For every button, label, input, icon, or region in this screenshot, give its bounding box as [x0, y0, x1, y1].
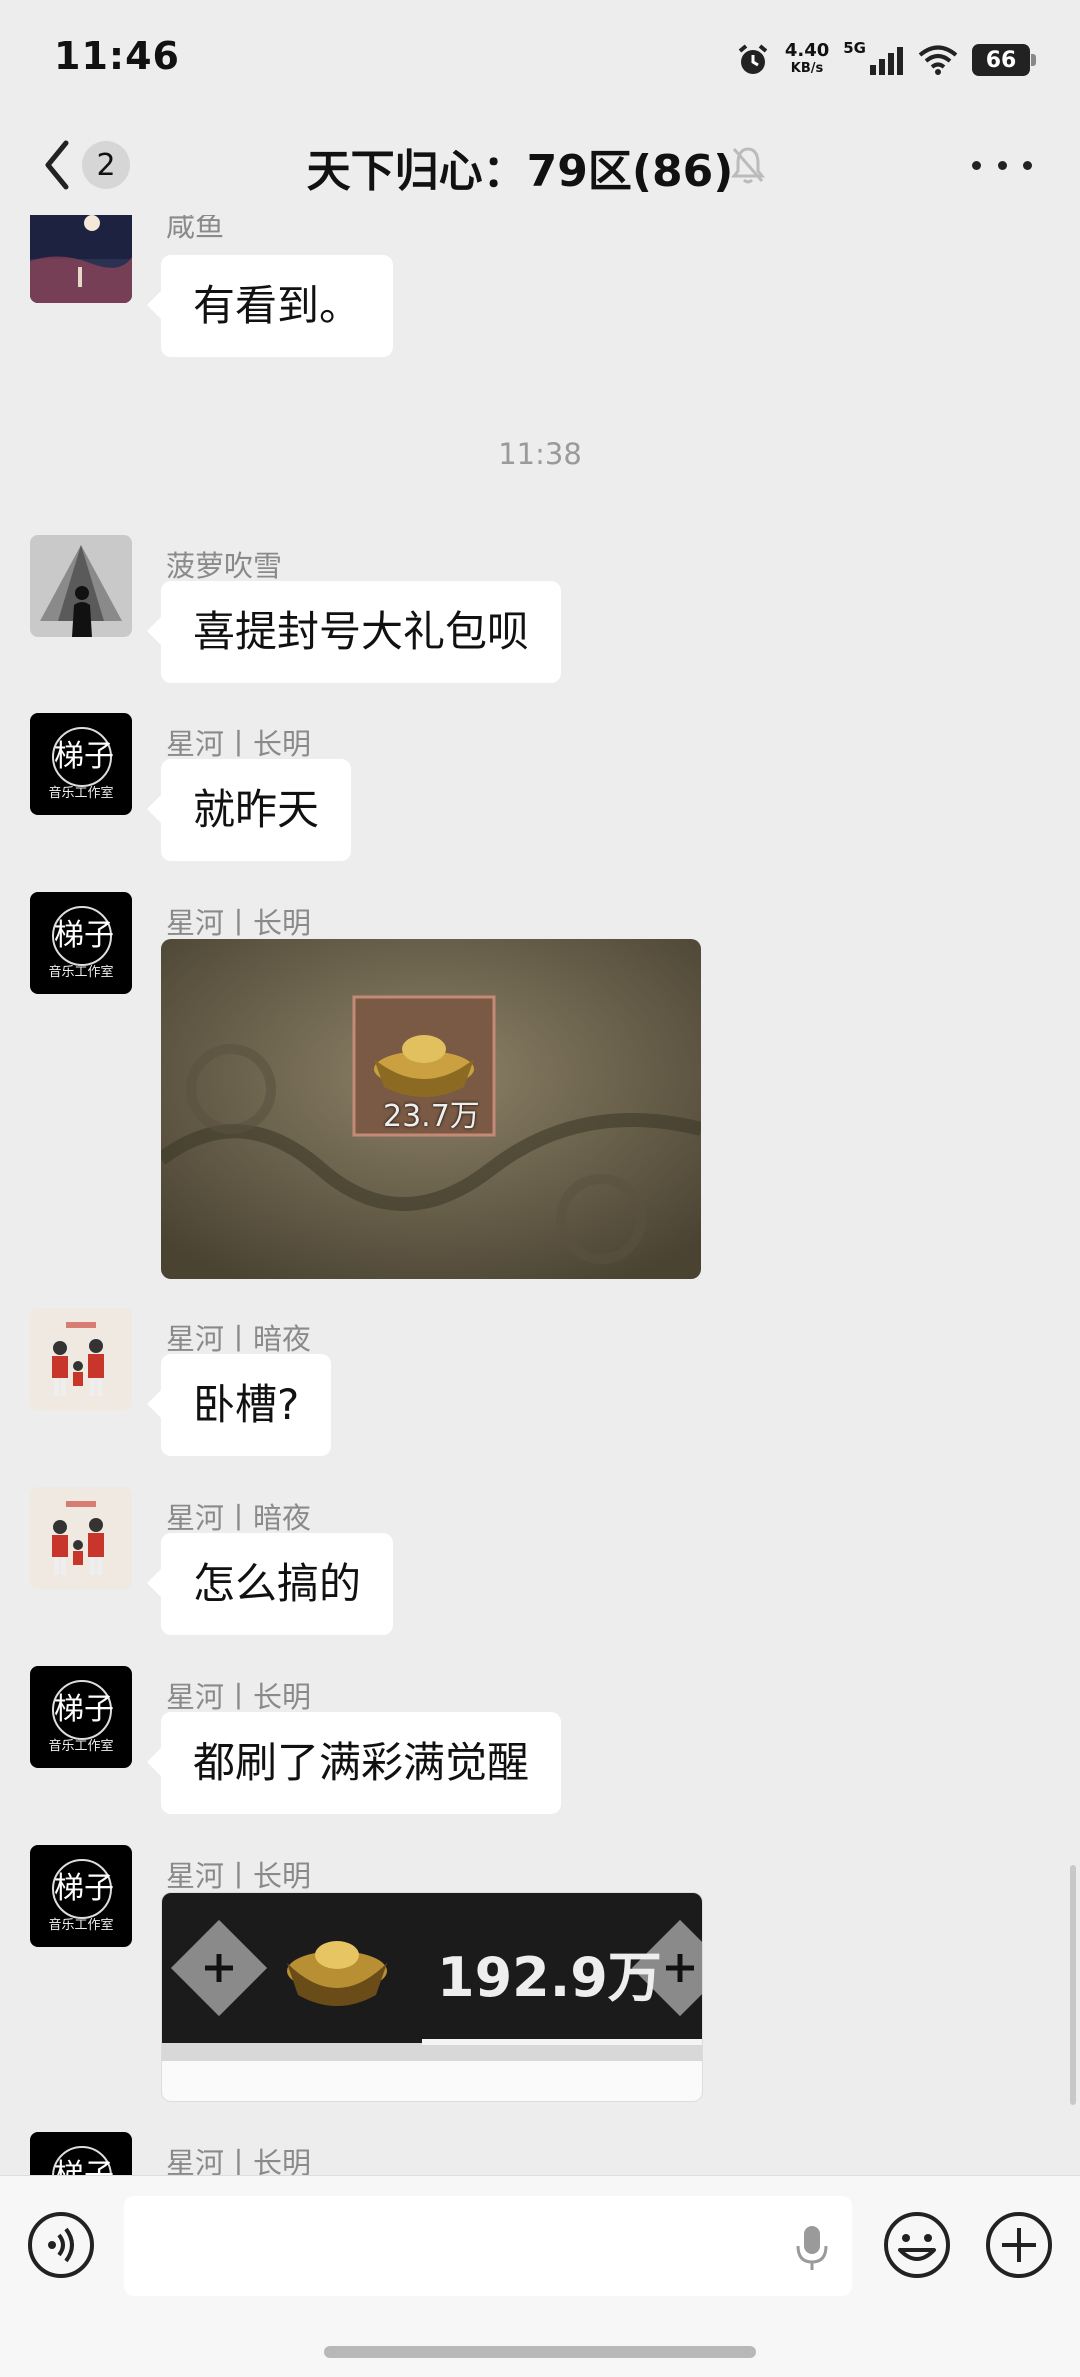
avatar[interactable]: 梯子 音乐工作室 [30, 892, 132, 994]
avatar[interactable] [30, 1487, 132, 1589]
avatar[interactable]: 梯子 音乐工作室 [30, 2132, 132, 2175]
avatar-logo-text: 梯子 [54, 918, 114, 953]
dot-icon [972, 160, 981, 170]
image-amount-label: 192.9万 [437, 1946, 662, 2009]
avatar[interactable] [30, 1308, 132, 1410]
more-options-button[interactable] [972, 151, 1032, 179]
message-bubble[interactable]: 卧槽? [146, 1354, 332, 1456]
sender-name: 星河丨长明 [166, 1680, 312, 1714]
home-indicator[interactable] [324, 2346, 756, 2358]
image-message[interactable]: 192.9万 [161, 1892, 703, 2102]
avatar-logo-caption: 音乐工作室 [48, 965, 114, 980]
sender-name: 咸鱼 [166, 215, 225, 243]
wifi-icon [918, 45, 958, 75]
mute-bell-icon [730, 147, 766, 184]
avatar-logo-text: 梯子 [54, 2150, 114, 2175]
sender-name: 星河丨暗夜 [166, 1322, 312, 1356]
avatar-logo-text: 梯子 [54, 1871, 114, 1906]
message-list[interactable]: 咸鱼 有看到。 11:38 菠萝吹雪 喜提封号大礼包呗 梯子 音乐工作室 星河丨… [0, 215, 1080, 2175]
chat-title: 天下归心：79区(86) [306, 146, 734, 197]
avatar-logo-text: 梯子 [54, 1692, 114, 1727]
avatar[interactable] [30, 535, 132, 637]
message-bubble[interactable]: 喜提封号大礼包呗 [146, 581, 562, 683]
dot-icon [997, 160, 1007, 170]
message-bubble[interactable]: 怎么搞的 [146, 1533, 394, 1635]
family-photo-avatar-icon [30, 1308, 132, 1410]
clock: 11:46 [54, 34, 180, 78]
network-type: 5G [843, 39, 866, 57]
avatar[interactable]: 梯子 音乐工作室 [30, 1666, 132, 1768]
sender-name: 星河丨长明 [166, 727, 312, 761]
message-input[interactable] [124, 2196, 852, 2296]
message-bubble[interactable]: 都刷了满彩满觉醒 [146, 1712, 562, 1814]
voice-toggle-icon[interactable] [26, 2210, 96, 2280]
avatar-logo-caption: 音乐工作室 [48, 1739, 114, 1754]
dot-icon [1023, 160, 1032, 170]
avatar-logo-caption: 音乐工作室 [48, 1918, 114, 1933]
avatar[interactable]: 梯子 音乐工作室 [30, 713, 132, 815]
avatar[interactable] [30, 215, 132, 303]
emoji-icon[interactable] [882, 2210, 952, 2280]
chat-header: 2 天下归心：79区(86) [0, 115, 1080, 215]
sender-name: 星河丨长明 [166, 906, 312, 940]
network-speed: 4.40 KB/s [784, 40, 830, 77]
input-bar [0, 2175, 1080, 2377]
sender-name: 星河丨长明 [166, 1859, 312, 1893]
avatar[interactable]: 梯子 音乐工作室 [30, 1845, 132, 1947]
avatar-logo-text: 梯子 [54, 739, 114, 774]
status-icons: 4.40 KB/s 5G 66 [735, 39, 1036, 80]
sender-name: 菠萝吹雪 [166, 549, 283, 583]
pyramid-silhouette-avatar-icon [30, 535, 132, 637]
image-message[interactable]: 23.7万 [161, 939, 701, 1279]
message-bubble[interactable]: 就昨天 [146, 759, 352, 861]
night-sky-avatar-icon [30, 215, 132, 303]
microphone-icon[interactable] [794, 2224, 830, 2272]
message-bubble[interactable]: 有看到。 [146, 255, 394, 357]
sender-name: 星河丨暗夜 [166, 1501, 312, 1535]
avatar-logo-caption: 音乐工作室 [48, 786, 114, 801]
scrollbar[interactable] [1070, 1865, 1076, 2105]
sender-name: 星河丨长明 [166, 2146, 312, 2175]
signal-icon [870, 47, 903, 75]
battery-indicator: 66 [972, 44, 1036, 76]
alarm-icon [738, 44, 768, 74]
time-divider: 11:38 [498, 437, 582, 471]
plus-icon[interactable] [984, 2210, 1054, 2280]
image-amount-label: 23.7万 [383, 1099, 480, 1134]
status-bar: 11:46 4.40 KB/s 5G 66 [0, 0, 1080, 115]
family-photo-avatar-icon [30, 1487, 132, 1589]
